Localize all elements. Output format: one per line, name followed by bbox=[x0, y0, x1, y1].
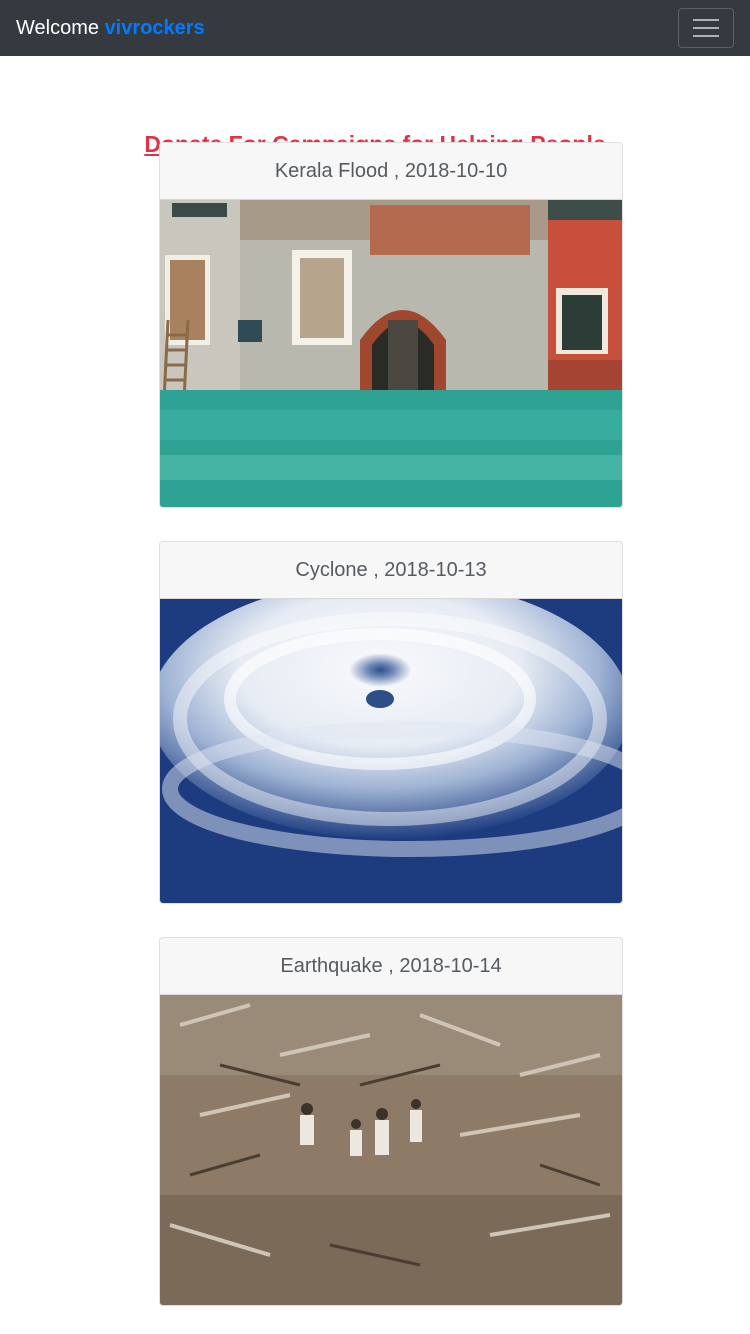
campaign-title: Kerala Flood , 2018-10-10 bbox=[160, 143, 622, 200]
earthquake-rubble-image[interactable] bbox=[160, 995, 622, 1305]
campaign-card-kerala-flood[interactable]: Kerala Flood , 2018-10-10 bbox=[159, 142, 623, 508]
top-navbar: Welcome vivrockers bbox=[0, 0, 750, 56]
campaign-card-earthquake[interactable]: Earthquake , 2018-10-14 bbox=[159, 937, 623, 1306]
cyclone-satellite-image[interactable] bbox=[160, 599, 622, 903]
campaign-title: Cyclone , 2018-10-13 bbox=[160, 542, 622, 599]
welcome-text: Welcome bbox=[16, 16, 99, 39]
hamburger-menu-icon[interactable] bbox=[678, 8, 734, 48]
navbar-brand[interactable]: Welcome vivrockers bbox=[16, 17, 205, 40]
campaign-card-cyclone[interactable]: Cyclone , 2018-10-13 bbox=[159, 541, 623, 904]
flooded-building-image[interactable] bbox=[160, 200, 622, 507]
campaign-title: Earthquake , 2018-10-14 bbox=[160, 938, 622, 995]
username-text: vivrockers bbox=[104, 16, 205, 39]
